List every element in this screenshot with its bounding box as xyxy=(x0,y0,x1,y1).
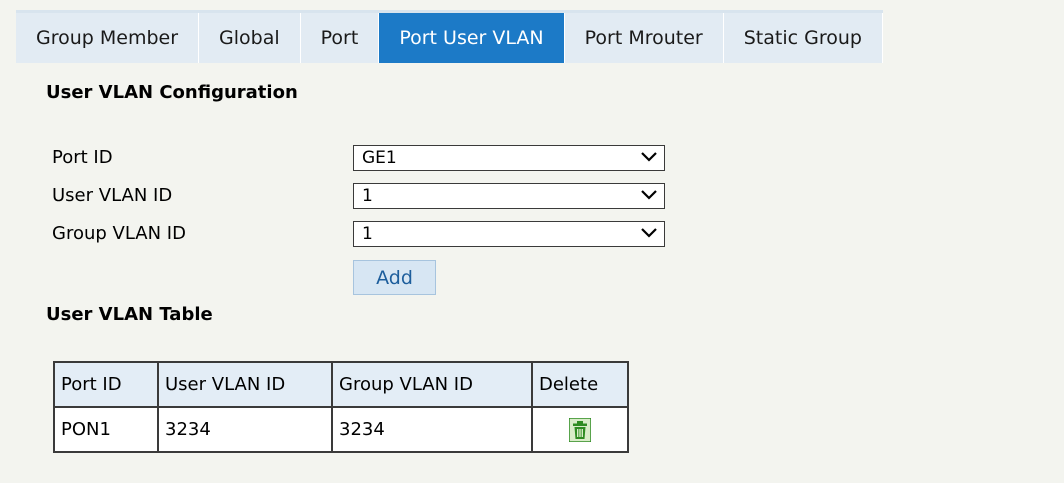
col-delete: Delete xyxy=(531,361,629,408)
trash-icon[interactable] xyxy=(569,417,591,442)
user-vlan-table: Port ID User VLAN ID Group VLAN ID Delet… xyxy=(53,361,629,453)
group-vlan-id-value: 1 xyxy=(362,224,373,244)
user-vlan-id-select[interactable]: 1 xyxy=(353,183,665,209)
user-vlan-id-label: User VLAN ID xyxy=(52,185,173,206)
table-header-row: Port ID User VLAN ID Group VLAN ID Delet… xyxy=(53,361,629,408)
config-section-title: User VLAN Configuration xyxy=(46,82,298,103)
col-user-vlan-id: User VLAN ID xyxy=(157,361,333,408)
cell-delete xyxy=(531,406,629,453)
group-vlan-id-label: Group VLAN ID xyxy=(52,223,186,244)
port-id-label: Port ID xyxy=(52,147,113,168)
tab-bar: Group Member Global Port Port User VLAN … xyxy=(16,10,883,63)
tab-global[interactable]: Global xyxy=(199,13,301,63)
chevron-down-icon xyxy=(641,190,657,200)
table-section-title: User VLAN Table xyxy=(46,304,213,325)
port-id-select[interactable]: GE1 xyxy=(353,145,665,171)
chevron-down-icon xyxy=(641,152,657,162)
tab-port-mrouter[interactable]: Port Mrouter xyxy=(564,13,724,63)
group-vlan-id-select[interactable]: 1 xyxy=(353,221,665,247)
user-vlan-id-value: 1 xyxy=(362,186,373,206)
chevron-down-icon xyxy=(641,228,657,238)
table-row: PON1 3234 3234 xyxy=(53,406,629,453)
tab-port-user-vlan[interactable]: Port User VLAN xyxy=(379,13,565,63)
cell-group-vlan-id: 3234 xyxy=(331,406,533,453)
port-id-value: GE1 xyxy=(362,148,397,168)
cell-port-id: PON1 xyxy=(53,406,159,453)
add-button[interactable]: Add xyxy=(353,260,436,295)
cell-user-vlan-id: 3234 xyxy=(157,406,333,453)
tab-static-group[interactable]: Static Group xyxy=(723,13,883,63)
tab-port[interactable]: Port xyxy=(300,13,380,63)
col-port-id: Port ID xyxy=(53,361,159,408)
tab-group-member[interactable]: Group Member xyxy=(16,13,200,63)
col-group-vlan-id: Group VLAN ID xyxy=(331,361,533,408)
